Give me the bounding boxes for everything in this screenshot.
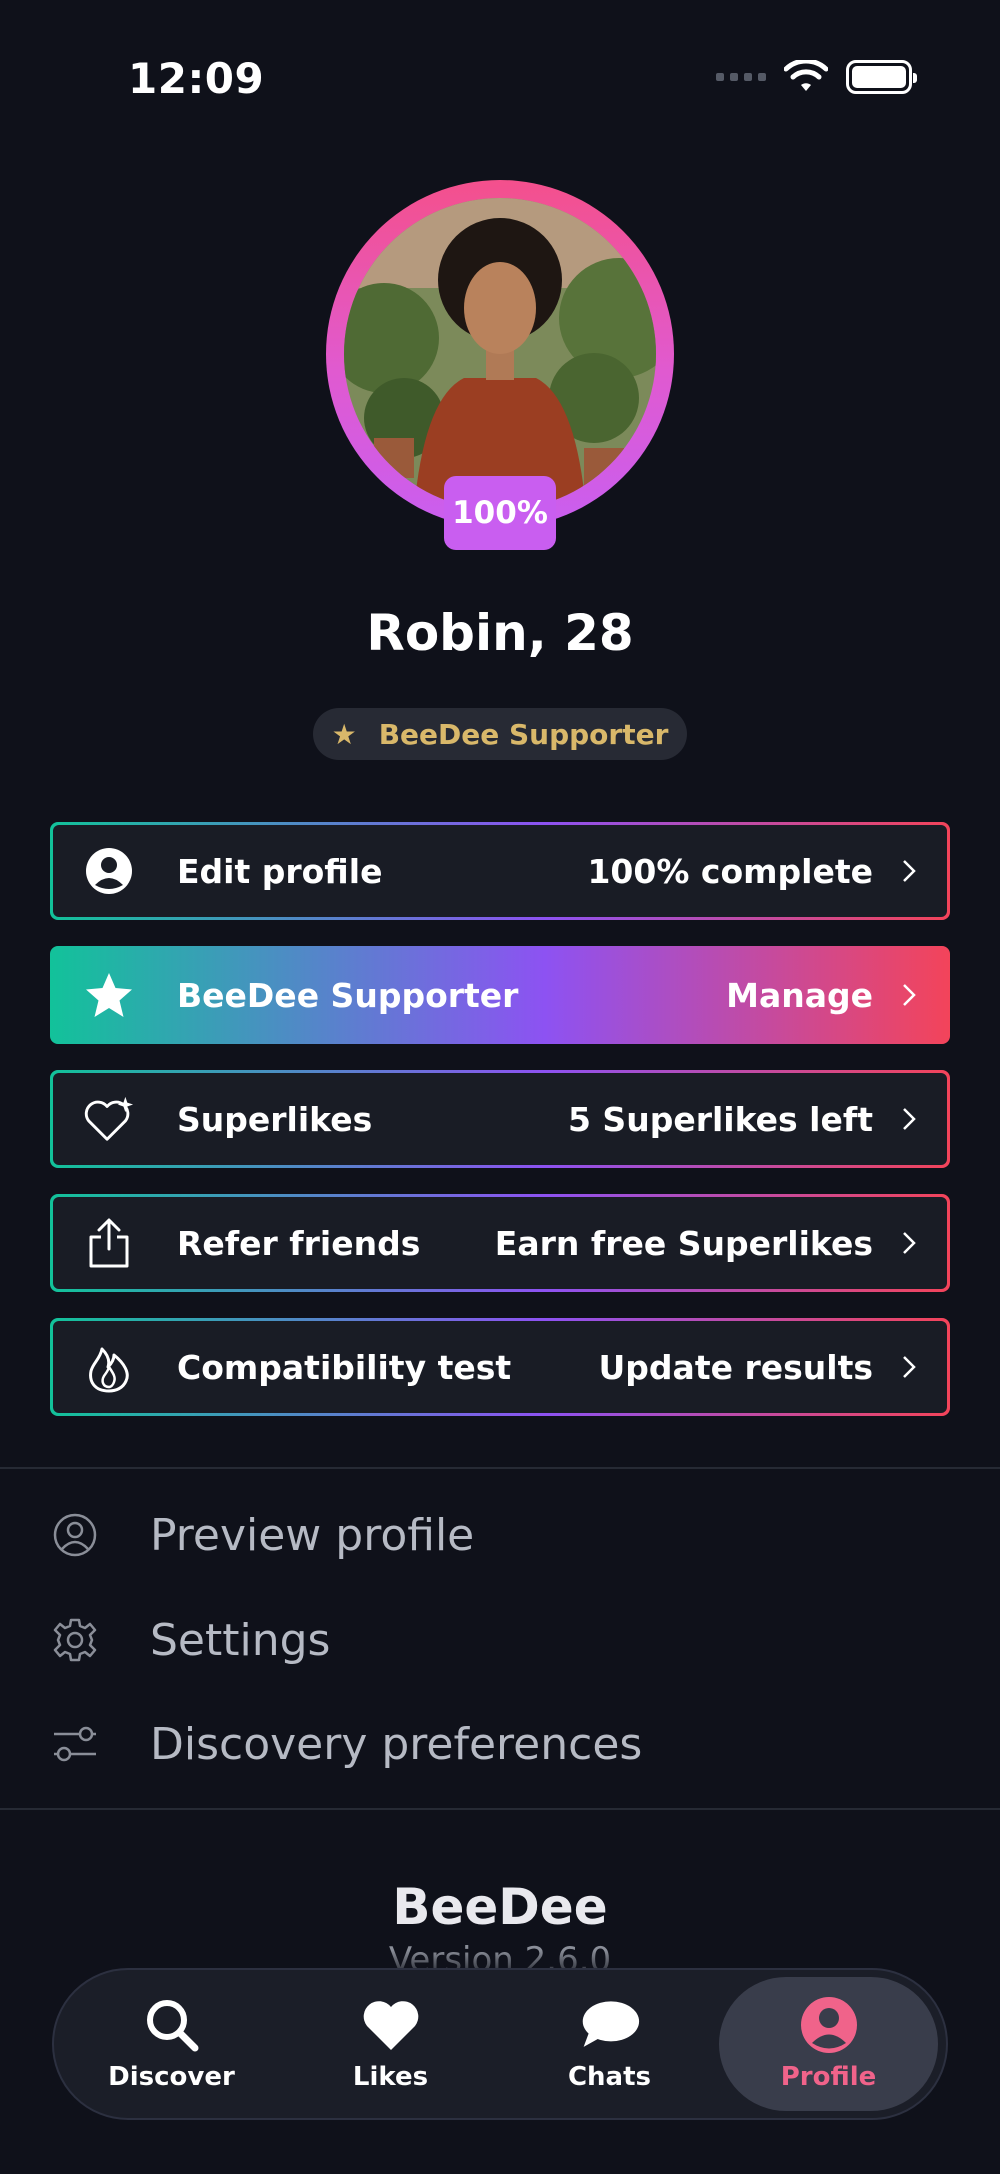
nav-label: Likes xyxy=(352,2062,429,2092)
sliders-icon xyxy=(50,1719,100,1769)
card-title: Compatibility test xyxy=(177,1347,512,1387)
flame-icon xyxy=(83,1341,135,1393)
discovery-preferences-label: Discovery preferences xyxy=(150,1718,643,1770)
superlikes-card[interactable]: Superlikes 5 Superlikes left xyxy=(50,1070,950,1168)
settings-item[interactable]: Settings xyxy=(50,1600,950,1680)
battery-icon xyxy=(846,60,917,94)
search-icon xyxy=(142,1996,202,2054)
profile-icon xyxy=(799,1996,859,2054)
card-title: Refer friends xyxy=(177,1223,421,1263)
user-outline-icon xyxy=(50,1510,100,1560)
heart-sparkle-icon xyxy=(83,1093,135,1145)
bottom-nav: Discover Likes Chats Profile xyxy=(52,1968,948,2120)
supporter-badge-label: BeeDee Supporter xyxy=(378,717,669,751)
nav-label: Chats xyxy=(567,2062,652,2092)
divider xyxy=(0,1467,1000,1469)
card-title: Superlikes xyxy=(177,1099,373,1139)
wifi-icon xyxy=(784,60,828,91)
settings-label: Settings xyxy=(150,1614,331,1666)
compatibility-test-card[interactable]: Compatibility test Update results xyxy=(50,1318,950,1416)
card-value: Earn free Superlikes xyxy=(494,1223,873,1263)
status-time: 12:09 xyxy=(128,54,265,103)
edit-profile-card[interactable]: Edit profile 100% complete xyxy=(50,822,950,920)
completion-badge: 100% xyxy=(444,476,556,550)
nav-chats[interactable]: Chats xyxy=(500,1977,719,2111)
avatar xyxy=(344,198,656,510)
supporter-badge: ★ BeeDee Supporter xyxy=(313,708,687,760)
nav-profile[interactable]: Profile xyxy=(719,1977,938,2111)
card-value: Manage xyxy=(726,975,873,1015)
supporter-card[interactable]: BeeDee Supporter Manage xyxy=(50,946,950,1044)
nav-discover[interactable]: Discover xyxy=(62,1977,281,2111)
card-value: Update results xyxy=(598,1347,873,1387)
card-title: Edit profile xyxy=(177,851,383,891)
preview-profile-label: Preview profile xyxy=(150,1509,475,1561)
chevron-right-icon xyxy=(899,1104,919,1134)
star-icon: ★ xyxy=(331,717,357,751)
nav-label: Profile xyxy=(780,2062,877,2092)
nav-likes[interactable]: Likes xyxy=(281,1977,500,2111)
cellular-signal-icon xyxy=(716,73,766,81)
chevron-right-icon xyxy=(899,1352,919,1382)
preview-profile-item[interactable]: Preview profile xyxy=(50,1495,950,1575)
chevron-right-icon xyxy=(899,980,919,1010)
profile-name: Robin, 28 xyxy=(366,604,634,662)
gear-icon xyxy=(50,1615,100,1665)
app-name: BeeDee xyxy=(392,1878,608,1936)
status-icons xyxy=(716,60,917,94)
chat-bubble-icon xyxy=(580,1996,640,2054)
divider xyxy=(0,1808,1000,1810)
card-value: 5 Superlikes left xyxy=(567,1099,873,1139)
card-value: 100% complete xyxy=(587,851,873,891)
card-title: BeeDee Supporter xyxy=(177,975,519,1015)
nav-label: Discover xyxy=(108,2062,235,2092)
discovery-preferences-item[interactable]: Discovery preferences xyxy=(50,1704,950,1784)
share-icon xyxy=(83,1217,135,1269)
refer-friends-card[interactable]: Refer friends Earn free Superlikes xyxy=(50,1194,950,1292)
chevron-right-icon xyxy=(899,1228,919,1258)
star-icon xyxy=(83,969,135,1021)
status-bar: 12:09 xyxy=(0,0,1000,160)
chevron-right-icon xyxy=(899,856,919,886)
heart-icon xyxy=(361,1996,421,2054)
user-circle-icon xyxy=(83,845,135,897)
